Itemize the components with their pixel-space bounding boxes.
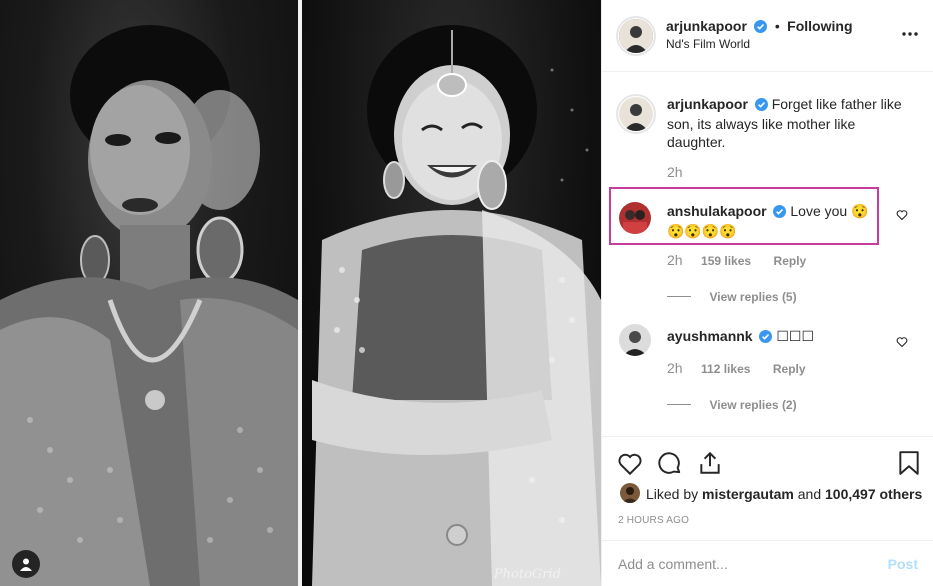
- add-comment-input[interactable]: Add a comment...: [618, 556, 728, 572]
- caption-avatar[interactable]: [616, 94, 656, 134]
- user-tag-icon[interactable]: [12, 550, 40, 578]
- view-replies-label: View replies (5): [709, 290, 797, 304]
- replies-line: [667, 296, 691, 298]
- comment-likes[interactable]: 159 likes: [701, 254, 751, 268]
- author-username[interactable]: arjunkapoor: [666, 18, 747, 34]
- add-comment-bar: Add a comment... Post: [602, 540, 933, 586]
- caption-time[interactable]: 2h: [667, 164, 683, 180]
- likes-summary: Liked by mistergautam and 100,497 others: [646, 486, 922, 502]
- comment-likes[interactable]: 112 likes: [701, 362, 750, 376]
- like-comment-heart-icon[interactable]: [896, 208, 908, 226]
- more-options-icon[interactable]: [902, 26, 918, 47]
- like-heart-icon[interactable]: [617, 451, 643, 482]
- view-replies-button[interactable]: View replies (2): [667, 396, 797, 414]
- header-separator: •: [774, 18, 780, 34]
- share-icon[interactable]: [697, 450, 723, 481]
- view-replies-label: View replies (2): [709, 398, 797, 412]
- comment-username[interactable]: ayushmannk: [667, 328, 753, 344]
- woman-portrait-illustration: [0, 25, 298, 586]
- commenter-avatar[interactable]: [619, 202, 651, 234]
- photogrid-watermark: PhotoGrid: [493, 567, 561, 582]
- liker-avatar[interactable]: [620, 483, 640, 503]
- photo-right-panel: PhotoGrid: [302, 0, 601, 586]
- verified-badge-icon: [773, 204, 787, 222]
- replies-line: [667, 404, 691, 406]
- liked-by-user[interactable]: mistergautam: [702, 486, 794, 502]
- comment-username[interactable]: anshulakapoor: [667, 203, 767, 219]
- verified-badge-icon: [759, 329, 773, 347]
- liked-by-and: and: [797, 486, 822, 502]
- reply-button[interactable]: Reply: [773, 362, 806, 376]
- post-photo[interactable]: PhotoGrid: [0, 0, 601, 586]
- save-bookmark-icon[interactable]: [897, 450, 921, 481]
- comment-time[interactable]: 2h: [667, 252, 683, 268]
- post-sidebar: arjunkapoor • Following Nd's Film World …: [601, 0, 933, 586]
- reply-button[interactable]: Reply: [774, 254, 807, 268]
- post-timestamp[interactable]: 2 HOURS AGO: [618, 515, 689, 526]
- commenter-avatar[interactable]: [619, 324, 651, 356]
- view-replies-button[interactable]: View replies (5): [667, 288, 797, 306]
- following-button[interactable]: Following: [787, 18, 852, 34]
- comment-text: ☐☐☐: [776, 328, 815, 344]
- post-header: arjunkapoor • Following Nd's Film World: [602, 0, 933, 72]
- caption-username[interactable]: arjunkapoor: [667, 96, 748, 112]
- photo-left-panel: [0, 0, 298, 586]
- liked-by-others[interactable]: 100,497 others: [825, 486, 922, 502]
- verified-badge-icon: [754, 97, 768, 115]
- smiling-woman-illustration: [312, 25, 601, 586]
- post-comment-button[interactable]: Post: [888, 556, 918, 572]
- liked-by-prefix: Liked by: [646, 486, 699, 502]
- post-location[interactable]: Nd's Film World: [666, 37, 750, 51]
- comment-time[interactable]: 2h: [667, 360, 683, 376]
- author-avatar[interactable]: [616, 16, 656, 56]
- comment-bubble-icon[interactable]: [657, 451, 683, 482]
- verified-badge-icon: [754, 20, 768, 38]
- like-comment-heart-icon[interactable]: [896, 335, 908, 353]
